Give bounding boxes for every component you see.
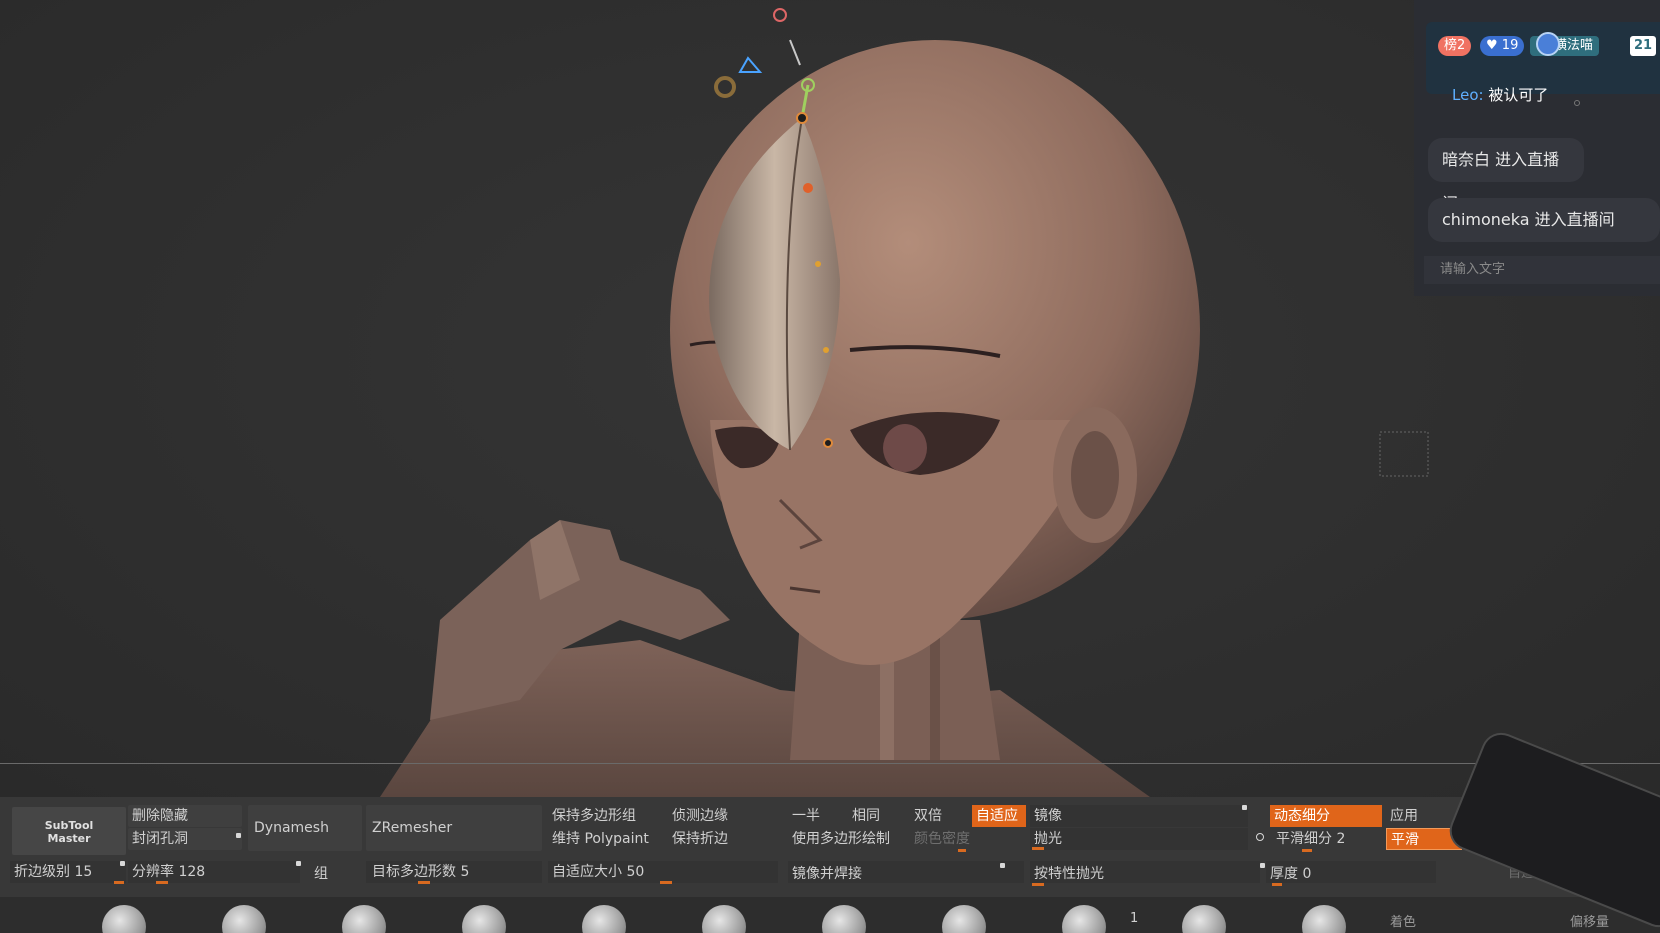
thickness-fill	[1272, 883, 1282, 886]
resolution-fill	[156, 881, 168, 884]
chat-input[interactable]: 请输入文字	[1424, 256, 1660, 284]
crease-level-fill	[114, 881, 124, 884]
smooth-subdiv-fill	[1302, 849, 1312, 852]
thickness-label: 厚度 0	[1270, 866, 1312, 882]
toggle-dot	[1000, 863, 1005, 868]
resolution-label: 分辨率 128	[132, 864, 206, 880]
apply-button[interactable]: 应用	[1390, 805, 1418, 827]
same-button[interactable]: 相同	[852, 805, 880, 827]
chat-text: 被认可了	[1483, 86, 1549, 104]
scroll-indicator	[1574, 100, 1580, 106]
chat-nickname: Leo:	[1452, 86, 1484, 104]
toggle-dot	[120, 861, 125, 866]
viewport-divider	[0, 763, 1660, 764]
target-polycount-label: 目标多边形数 5	[372, 864, 470, 880]
toggle-dot	[296, 861, 301, 866]
use-polypaint-toggle[interactable]: 使用多边形绘制	[792, 828, 890, 850]
smooth-subdiv-slider[interactable]: 平滑细分 2	[1276, 828, 1345, 850]
toggle-ring	[1256, 833, 1264, 841]
half-button[interactable]: 一半	[792, 805, 820, 827]
brush-count: 1	[1130, 911, 1139, 926]
viewport-canvas[interactable]	[0, 0, 1660, 797]
target-polycount-fill	[418, 881, 430, 884]
rank-badge: 榜2	[1438, 36, 1472, 56]
color-label: 着色	[1390, 915, 1417, 930]
geometry-toolbar: SubTool Master 删除隐藏 封闭孔洞 Dynamesh ZRemes…	[0, 797, 1660, 933]
fans-badge: ♥ 19	[1480, 36, 1525, 56]
toggle-dot	[1260, 863, 1265, 868]
mirror-label: 镜像	[1034, 808, 1062, 824]
chat-enter-message: 暗奈白 进入直播间	[1428, 138, 1584, 213]
polish-slider-fill	[1032, 847, 1044, 850]
chat-highlight-message: 榜2 ♥ 19 横法喵 21 Leo: 被认可了	[1426, 22, 1660, 104]
mirror-weld-label: 镜像并焊接	[792, 866, 862, 882]
keep-polypaint-toggle[interactable]: 维持 Polypaint	[552, 828, 649, 850]
polish-by-feature-fill	[1032, 883, 1044, 886]
color-density-slider[interactable]: 颜色密度	[914, 828, 970, 850]
subtool-master-button[interactable]: SubTool Master	[12, 807, 126, 855]
double-button[interactable]: 双倍	[914, 805, 942, 827]
sculpt-model[interactable]	[0, 0, 1660, 797]
adaptive-size-fill	[660, 881, 672, 884]
delete-hidden-label: 删除隐藏	[132, 808, 188, 824]
polish-slider[interactable]	[1030, 828, 1248, 850]
offset-label: 偏移量	[1570, 915, 1610, 930]
anchor-icon	[1536, 32, 1560, 56]
dynamic-subdiv-button[interactable]: 动态细分	[1270, 805, 1382, 827]
polish-by-feature-label: 按特性抛光	[1034, 866, 1104, 882]
color-density-mark	[958, 849, 966, 852]
level-badge: 21	[1630, 36, 1657, 56]
live-chat-panel: 榜2 ♥ 19 横法喵 21 Leo: 被认可了 暗奈白 进入直播间 chimo…	[1414, 0, 1660, 296]
mirror-button[interactable]	[1030, 805, 1248, 827]
dynamesh-label: Dynamesh	[254, 820, 329, 836]
chat-message: Leo: 被认可了	[1452, 84, 1548, 105]
group-toggle[interactable]: 组	[314, 863, 328, 885]
detect-edges-toggle[interactable]: 侦测边缘	[672, 805, 728, 827]
adaptive-size-label: 自适应大小 50	[552, 864, 645, 880]
chat-enter-message: chimoneka 进入直播间回归	[1428, 198, 1660, 273]
toggle-dot	[1242, 805, 1247, 810]
adaptive-button[interactable]: 自适应	[972, 805, 1026, 827]
toggle-dot	[236, 833, 241, 838]
close-holes-label: 封闭孔洞	[132, 831, 188, 847]
crease-level-label: 折边级别 15	[14, 864, 93, 880]
keep-groups-toggle[interactable]: 保持多边形组	[552, 805, 636, 827]
keep-creases-toggle[interactable]: 保持折边	[672, 828, 728, 850]
zremesher-label: ZRemesher	[372, 820, 453, 836]
